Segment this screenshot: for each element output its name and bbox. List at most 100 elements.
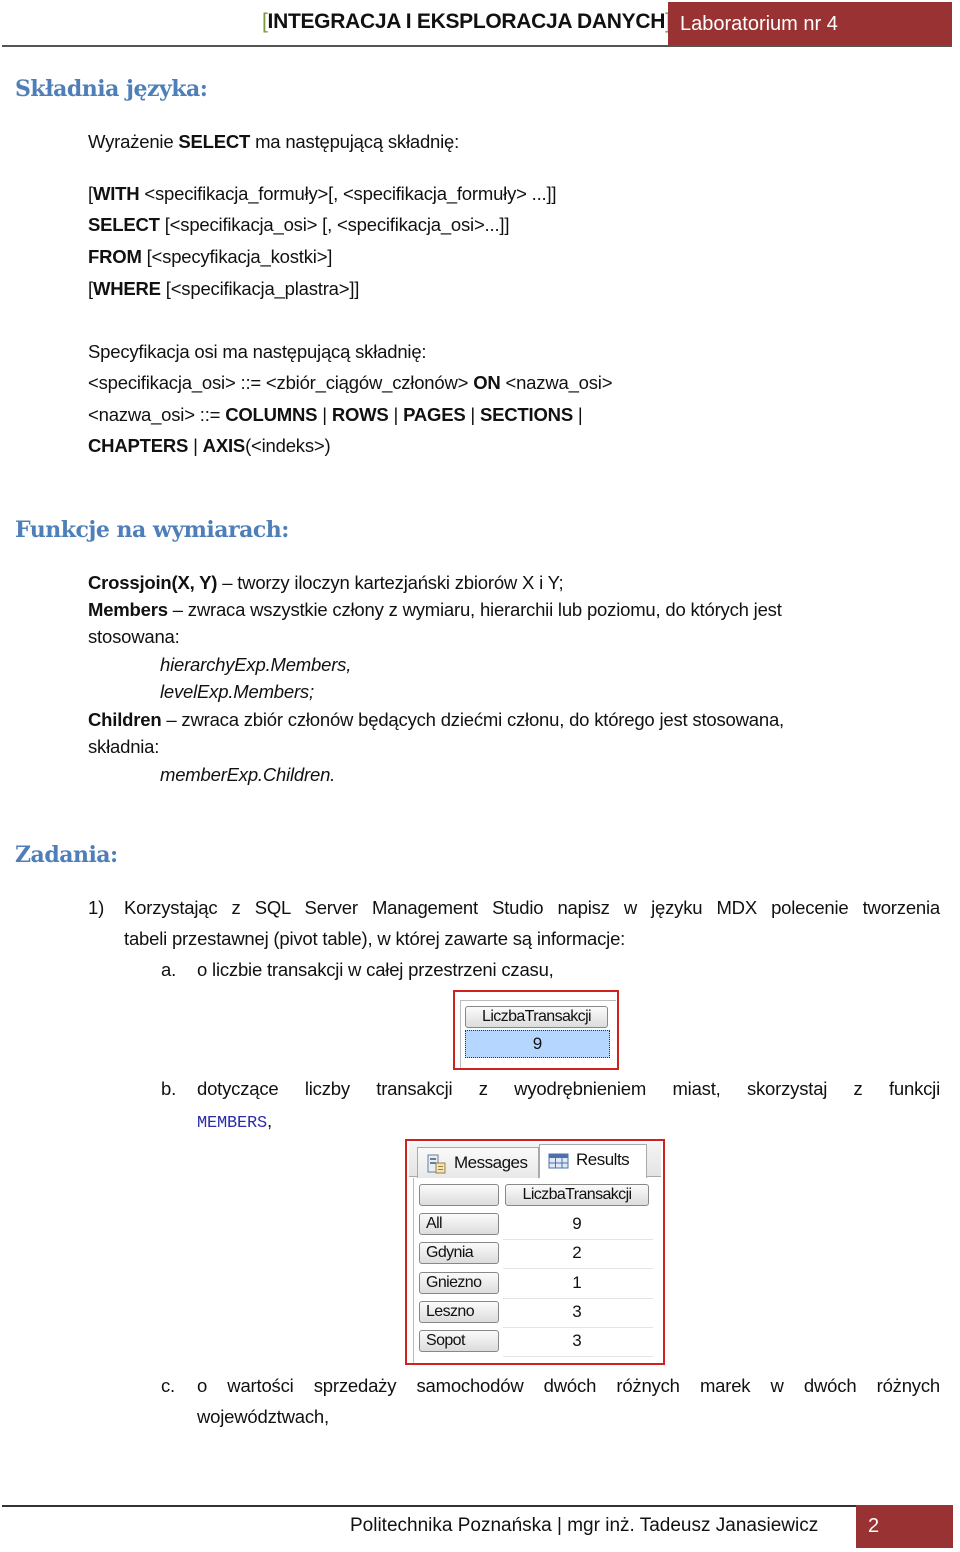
function-name: Children [88, 709, 162, 730]
page-number-badge: 2 [856, 1505, 953, 1548]
task-b-code-line: MEMBERS, [197, 1110, 272, 1133]
task-1-number: 1) [88, 897, 105, 918]
row-header[interactable]: Gdynia [419, 1242, 499, 1264]
row-value: 3 [572, 1331, 582, 1350]
text: Wyrażenie [88, 131, 179, 152]
keyword: SELECT [88, 214, 160, 235]
keyword: PAGES [403, 404, 466, 425]
tab-label: Messages [454, 1153, 528, 1172]
syntax-line-from: FROM [<specyfikacja_kostki>] [88, 246, 332, 268]
task-c-text: o wartości sprzedaży samochodów dwóch ró… [197, 1375, 940, 1396]
members-example-1: hierarchyExp.Members, [160, 654, 351, 676]
footer-rule [2, 1505, 862, 1507]
corner-header[interactable] [419, 1184, 499, 1206]
task-c-label: c. [161, 1375, 175, 1396]
keyword: SELECT [178, 131, 251, 152]
row-header[interactable]: Leszno [419, 1301, 499, 1323]
section-heading-syntax: Składnia języka: [15, 76, 208, 102]
task-b-text: dotyczące liczby transakcji z wyodrębnie… [197, 1078, 940, 1099]
members-definition: Members – zwraca wszystkie człony z wymi… [88, 599, 782, 621]
tab-results[interactable]: Results [539, 1144, 647, 1178]
course-title: INTEGRACJA I EKSPLORACJA DANYCH [267, 10, 666, 33]
children-example: memberExp.Children. [160, 764, 335, 786]
axis-name-line: <nazwa_osi> ::= COLUMNS | ROWS | PAGES |… [88, 404, 583, 426]
text: <nazwa_osi> ::= [88, 404, 226, 425]
text: (<indeks>) [245, 435, 331, 456]
axis-spec-line: <specifikacja_osi> ::= <zbiór_ciągów_czł… [88, 372, 613, 394]
children-definition-cont: składnia: [88, 736, 160, 757]
function-name: Members [88, 599, 168, 620]
messages-icon [427, 1154, 446, 1174]
row-header[interactable]: All [419, 1213, 499, 1235]
row-value: 9 [572, 1214, 582, 1233]
grid-icon [548, 1153, 569, 1169]
separator: | [317, 404, 332, 425]
grid-border [460, 1000, 616, 1001]
row-divider [503, 1239, 653, 1240]
keyword: AXIS [202, 435, 246, 456]
header-rule [2, 45, 952, 47]
text: [<specifikacja_plastra>]] [160, 278, 360, 299]
code-members: MEMBERS [197, 1114, 268, 1133]
text: – tworzy iloczyn kartezjański zbiorów X … [217, 572, 564, 593]
keyword: ON [473, 372, 501, 393]
keyword: ROWS [331, 404, 389, 425]
column-header-liczba-transakcji[interactable]: LiczbaTransakcji [465, 1006, 608, 1028]
code-example: memberExp.Children. [160, 764, 336, 785]
text: , [267, 1110, 272, 1131]
row-header[interactable]: Gniezno [419, 1272, 499, 1294]
grid-border [413, 1178, 414, 1363]
code-example: hierarchyExp.Members, [160, 654, 352, 675]
function-name: Crossjoin(X, Y) [88, 572, 218, 593]
column-header-liczba-transakcji[interactable]: LiczbaTransakcji [505, 1184, 649, 1206]
syntax-line-where: [WHERE [<specifikacja_plastra>]] [88, 278, 359, 300]
footer-credits: Politechnika Poznańska | mgr inż. Tadeus… [350, 1515, 819, 1536]
syntax-line-with: [WITH <specifikacja_formuły>[, <specifik… [88, 183, 557, 205]
text: <specifikacja_formuły>[, <specifikacja_f… [139, 183, 557, 204]
tab-messages[interactable]: Messages [417, 1147, 539, 1178]
task-1-text: Korzystając z SQL Server Management Stud… [124, 897, 940, 918]
tab-label: Results [576, 1150, 630, 1169]
result-a-screenshot: LiczbaTransakcji 9 [453, 990, 619, 1070]
grid-border [460, 1000, 461, 1068]
syntax-line-select: SELECT [<specifikacja_osi> [, <specifika… [88, 214, 509, 236]
axis-intro: Specyfikacja osi ma następującą składnię… [88, 341, 427, 362]
task-a-label: a. [161, 959, 177, 980]
text: – zwraca zbiór członów będących dziećmi … [161, 709, 784, 730]
row-value: 1 [572, 1273, 582, 1292]
text: <nazwa_osi> [500, 372, 613, 393]
keyword: COLUMNS [225, 404, 318, 425]
row-value: 3 [572, 1302, 582, 1321]
keyword: CHAPTERS [88, 435, 189, 456]
results-tab-bar: Messages Results [409, 1143, 661, 1178]
text: ma następującą składnię: [250, 131, 460, 152]
section-heading-tasks: Zadania: [15, 842, 118, 868]
text: [<specifikacja_osi> [, <specifikacja_osi… [159, 214, 510, 235]
separator: | [388, 404, 404, 425]
members-definition-cont: stosowana: [88, 626, 180, 647]
axis-name-line-2: CHAPTERS | AXIS(<indeks>) [88, 435, 331, 457]
crossjoin-definition: Crossjoin(X, Y) – tworzy iloczyn kartezj… [88, 572, 564, 594]
row-divider [503, 1268, 653, 1269]
text: <specifikacja_osi> ::= <zbiór_ciągów_czł… [88, 372, 474, 393]
text: [<specyfikacja_kostki>] [141, 246, 333, 267]
document-title: [INTEGRACJA I EKSPLORACJA DANYCH] [262, 10, 671, 34]
page-number: 2 [868, 1515, 880, 1537]
keyword: FROM [88, 246, 142, 267]
result-b-screenshot: Messages Results LiczbaTransakcji All 9 … [405, 1139, 665, 1365]
children-definition: Children – zwraca zbiór członów będących… [88, 709, 784, 731]
keyword: WITH [92, 183, 140, 204]
section-heading-functions: Funkcje na wymiarach: [15, 517, 289, 543]
task-c-text-cont: województwach, [197, 1406, 329, 1427]
separator: | [465, 404, 480, 425]
result-value: 9 [532, 1034, 543, 1053]
task-1-text-cont: tabeli przestawnej (pivot table), w któr… [124, 928, 626, 949]
code-example: levelExp.Members; [160, 681, 314, 702]
row-divider [503, 1298, 653, 1299]
separator: | [188, 435, 203, 456]
members-example-2: levelExp.Members; [160, 681, 314, 703]
keyword: WHERE [92, 278, 161, 299]
row-divider [503, 1356, 653, 1357]
row-header[interactable]: Sopot [419, 1330, 499, 1352]
text: – zwraca wszystkie człony z wymiaru, hie… [167, 599, 782, 620]
